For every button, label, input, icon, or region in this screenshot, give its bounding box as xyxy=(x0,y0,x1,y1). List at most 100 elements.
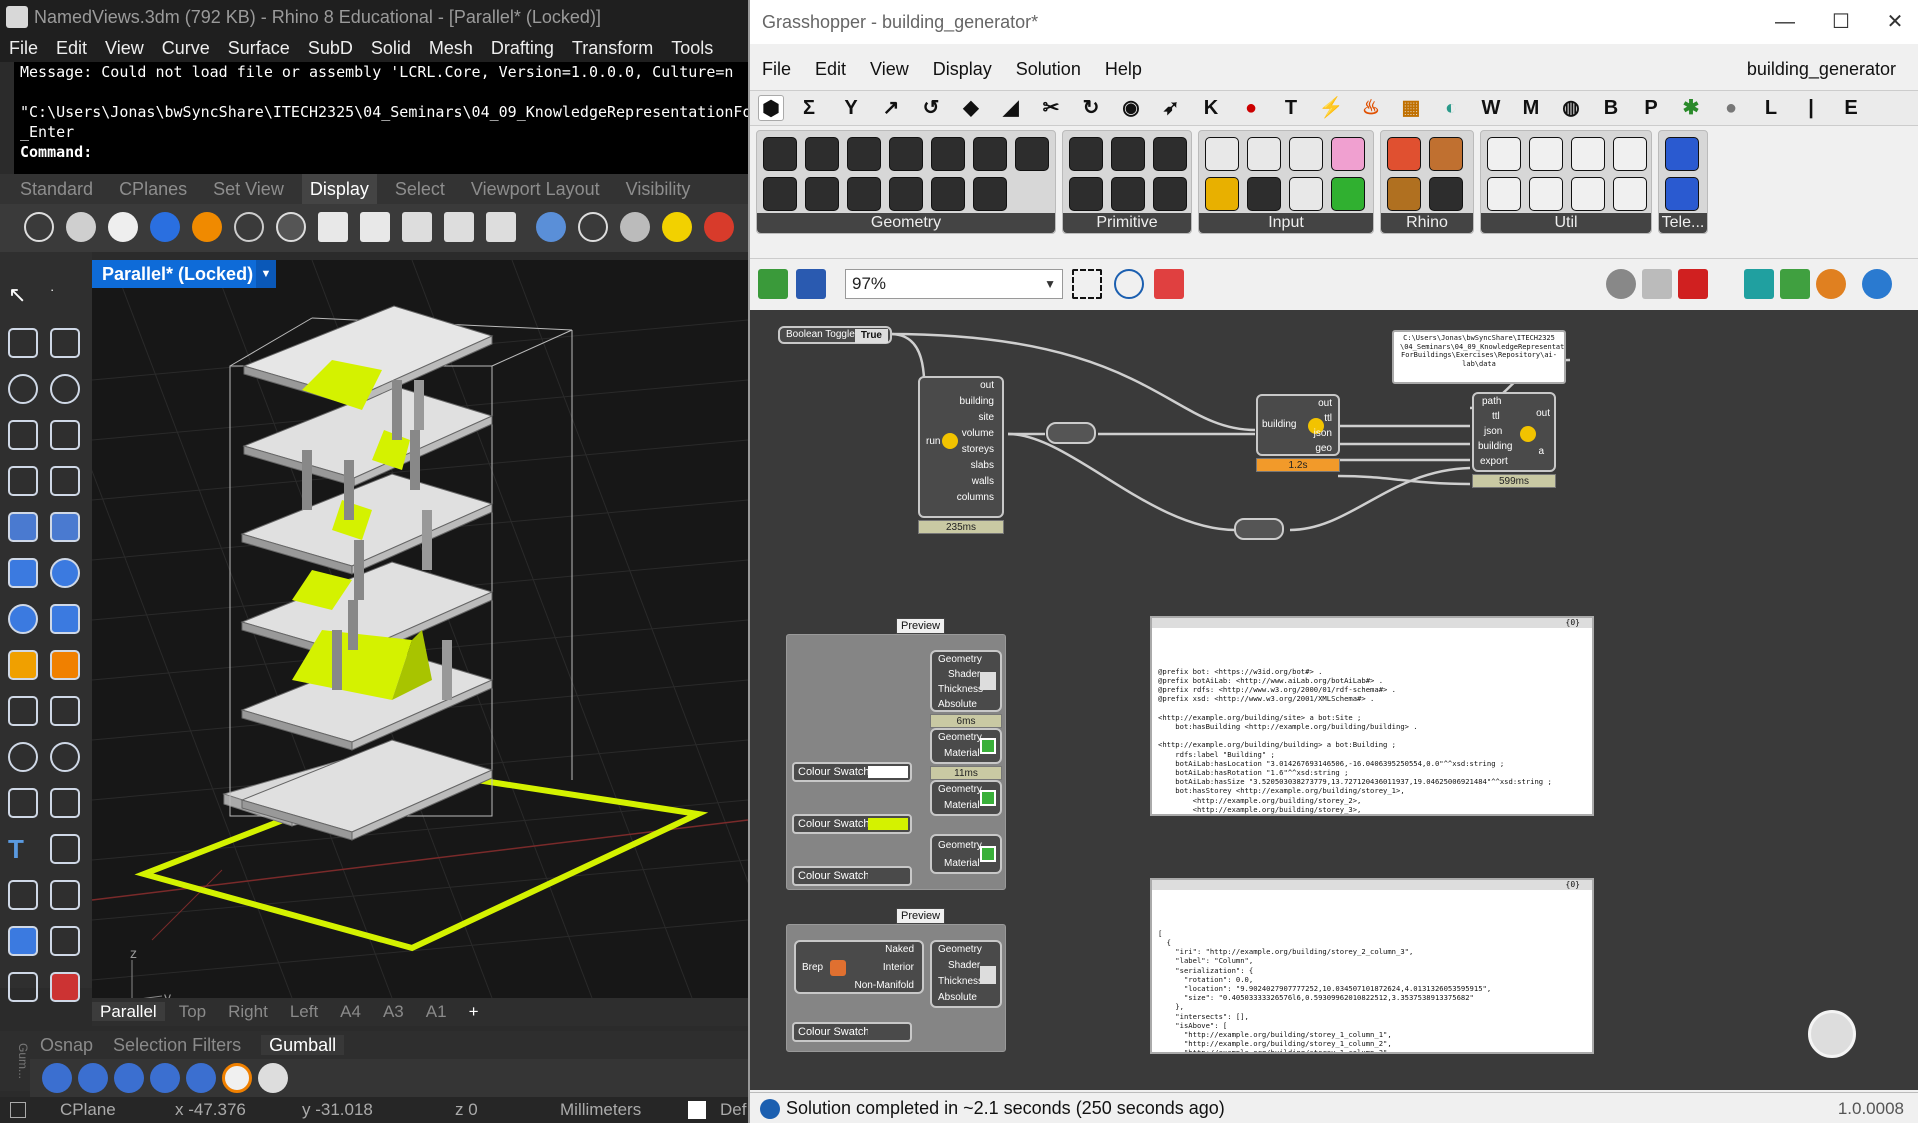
pill-util-icon[interactable] xyxy=(1571,177,1605,211)
maths-tab-icon[interactable]: Σ xyxy=(796,95,822,121)
light-icon[interactable] xyxy=(662,212,692,242)
preview5-input-absolute[interactable]: Absolute xyxy=(938,992,977,1003)
transform-tab-icon[interactable]: ↻ xyxy=(1078,95,1104,121)
colour-swatch[interactable]: Colour Swatch xyxy=(792,866,912,886)
raytraced-display-icon[interactable] xyxy=(402,212,432,242)
text-param-icon[interactable] xyxy=(1111,177,1145,211)
preview3-input-material[interactable]: Material xyxy=(944,800,980,811)
arc-icon[interactable] xyxy=(8,420,38,450)
plugin-fire-tab-icon[interactable]: ♨ xyxy=(1358,95,1384,121)
monochrome-display-icon[interactable] xyxy=(444,212,474,242)
plugin-l-tab[interactable]: L xyxy=(1758,95,1784,121)
menu-solid[interactable]: Solid xyxy=(371,38,411,58)
join-icon[interactable] xyxy=(50,742,80,772)
close-icon[interactable]: ✕ xyxy=(1880,8,1910,36)
cherry-util-icon[interactable] xyxy=(1487,137,1521,171)
zoom-extents-icon[interactable] xyxy=(1072,269,1102,299)
display-tab-icon[interactable]: ◉ xyxy=(1118,95,1144,121)
open-file-icon[interactable] xyxy=(758,269,788,299)
viewport-tab-top[interactable]: Top xyxy=(179,1002,206,1021)
gen-output-slabs[interactable]: slabs xyxy=(971,460,994,471)
polyline-icon[interactable] xyxy=(8,328,38,358)
maximize-icon[interactable]: ☐ xyxy=(1826,8,1856,36)
gh-menu-display[interactable]: Display xyxy=(933,59,992,79)
tab-set-view[interactable]: Set View xyxy=(213,174,284,204)
colour-swatch[interactable]: Colour Swatch xyxy=(792,814,912,834)
menu-edit[interactable]: Edit xyxy=(56,38,87,58)
plugin-k-tab[interactable]: K xyxy=(1198,95,1224,121)
rendered-display-icon[interactable] xyxy=(108,212,138,242)
plugin-b-tab[interactable]: B xyxy=(1598,95,1624,121)
building-generator-node[interactable]: run out building site volume storeys sla… xyxy=(918,376,1004,518)
rhino-layers-icon[interactable] xyxy=(1429,177,1463,211)
mesh-param-icon[interactable] xyxy=(973,177,1007,211)
circle-param-icon[interactable] xyxy=(763,177,797,211)
preview2-input-geometry[interactable]: Geometry xyxy=(938,732,982,743)
rhino-import-icon[interactable] xyxy=(1387,137,1421,171)
brep-edges-node[interactable]: Brep Naked Interior Non-Manifold xyxy=(794,940,924,994)
shaded-preview-icon[interactable] xyxy=(1642,269,1672,299)
button-input-icon[interactable] xyxy=(1289,137,1323,171)
path-panel[interactable]: C:\Users\Jonas\bwSyncShare\ITECH2325 \04… xyxy=(1392,330,1566,384)
preview5-input-thickness[interactable]: Thickness xyxy=(938,976,983,987)
display-options-icon[interactable] xyxy=(536,212,566,242)
plugin-tab-icon[interactable]: ➶ xyxy=(1158,95,1184,121)
rhino-logo-icon[interactable] xyxy=(6,6,28,28)
gumball-world-icon[interactable] xyxy=(150,1063,180,1093)
graph-input-icon[interactable] xyxy=(1205,177,1239,211)
preview2-input-material[interactable]: Material xyxy=(944,748,980,759)
arrow2-util-icon[interactable] xyxy=(1529,177,1563,211)
material-preview-icon[interactable] xyxy=(1816,269,1846,299)
box-param-icon[interactable] xyxy=(931,177,965,211)
plugin-bug-tab-icon[interactable]: ✱ xyxy=(1678,95,1704,121)
gen-input-run[interactable]: run xyxy=(926,436,940,447)
pen-display-icon[interactable] xyxy=(318,212,348,242)
ser-output-out[interactable]: out xyxy=(1318,398,1332,409)
exp-input-ttl[interactable]: ttl xyxy=(1492,411,1500,422)
menu-curve[interactable]: Curve xyxy=(162,38,210,58)
viewport-menu-caret-icon[interactable]: ▼ xyxy=(256,260,276,288)
preview-material-node[interactable]: Geometry Material xyxy=(930,834,1002,874)
group-icon[interactable] xyxy=(8,742,38,772)
preview1-input-thickness[interactable]: Thickness xyxy=(938,684,983,695)
preview5-input-shader[interactable]: Shader xyxy=(948,960,980,971)
custom-preview-node[interactable]: Geometry Shader Thickness Absolute xyxy=(930,940,1002,1008)
viewport-tab-a4[interactable]: A4 xyxy=(340,1002,361,1021)
plugin-bar-tab-icon[interactable]: | xyxy=(1798,95,1824,121)
mesh-icon[interactable] xyxy=(50,604,80,634)
explode-icon[interactable] xyxy=(50,650,80,680)
ser-input-building[interactable]: building xyxy=(1262,419,1296,430)
gen-output-out[interactable]: out xyxy=(980,380,994,391)
wireframe-display-icon[interactable] xyxy=(24,212,54,242)
exp-input-json[interactable]: json xyxy=(1484,426,1502,437)
exp-input-building[interactable]: building xyxy=(1478,441,1512,452)
gen-output-building[interactable]: building xyxy=(960,396,994,407)
plugin-t-tab[interactable]: T xyxy=(1278,95,1304,121)
gen-output-volume[interactable]: volume xyxy=(962,428,994,439)
render-icon[interactable] xyxy=(50,972,80,1002)
section-icon[interactable] xyxy=(704,212,734,242)
exp-output-a[interactable]: a xyxy=(1538,446,1544,457)
colour-swatch[interactable]: Colour Swatch xyxy=(792,1022,912,1042)
ttl-panel[interactable]: {0} @prefix bot: <https://w3id.org/bot#>… xyxy=(1150,616,1594,816)
exp-input-path[interactable]: path xyxy=(1482,396,1501,407)
preview4-input-geometry[interactable]: Geometry xyxy=(938,840,982,851)
custom-preview-node[interactable]: Geometry Shader Thickness Absolute xyxy=(930,650,1002,712)
technical-display-icon[interactable] xyxy=(234,212,264,242)
split-icon[interactable] xyxy=(50,696,80,726)
viewport-tab-a3[interactable]: A3 xyxy=(383,1002,404,1021)
wireframe-preview-icon[interactable] xyxy=(1606,269,1636,299)
gumball-align-icon[interactable] xyxy=(78,1063,108,1093)
arctic-display-icon[interactable] xyxy=(360,212,390,242)
surface-param-icon[interactable] xyxy=(973,137,1007,171)
gh-menu-view[interactable]: View xyxy=(870,59,909,79)
menu-view[interactable]: View xyxy=(105,38,144,58)
flask-util-icon[interactable] xyxy=(1613,137,1647,171)
surface-tab-icon[interactable]: ◆ xyxy=(958,95,984,121)
moon-util-icon[interactable] xyxy=(1613,177,1647,211)
value-list-icon[interactable] xyxy=(1289,177,1323,211)
preview1-input-shader[interactable]: Shader xyxy=(948,669,980,680)
params-tab-icon[interactable]: ⬢ xyxy=(758,95,784,121)
xray-display-icon[interactable] xyxy=(192,212,222,242)
preview1-input-absolute[interactable]: Absolute xyxy=(938,699,977,710)
